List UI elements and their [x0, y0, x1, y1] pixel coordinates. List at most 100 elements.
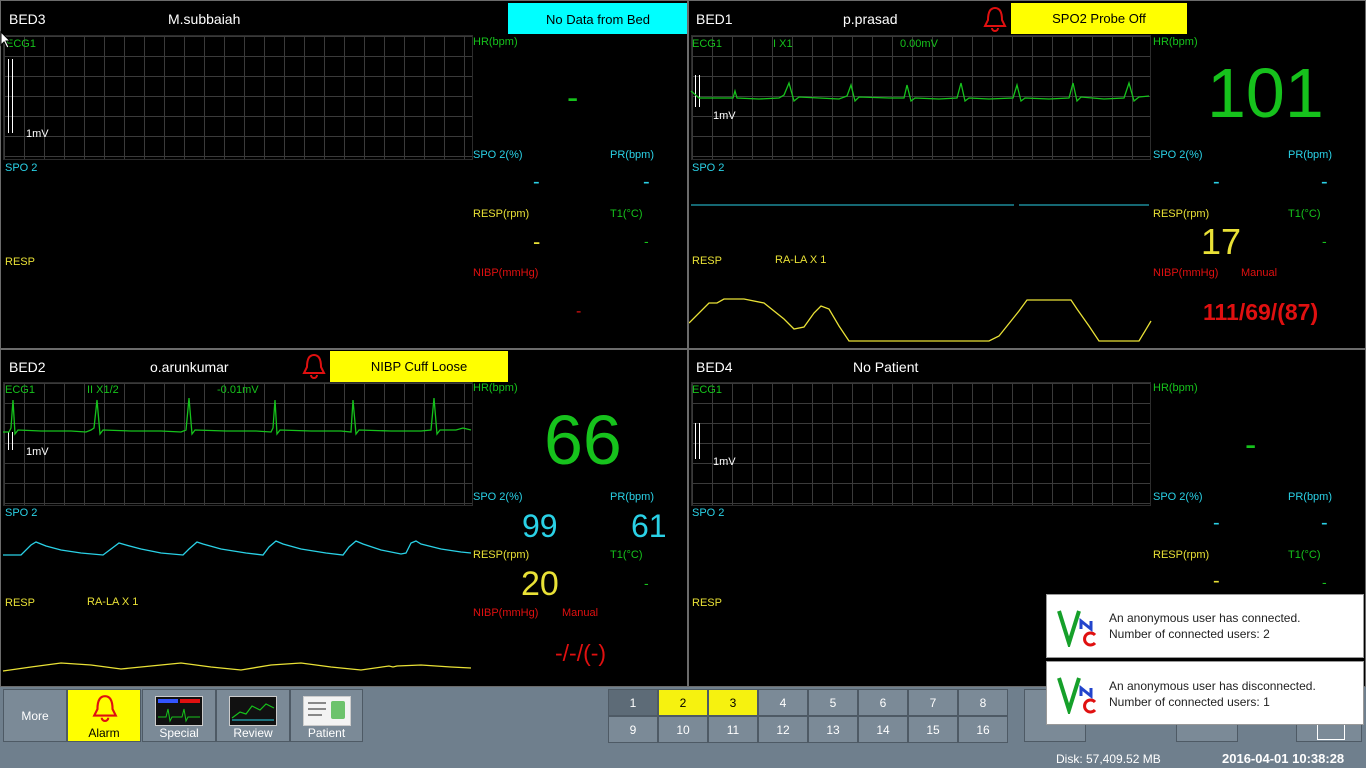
- nibp-value: -/-/(-): [555, 640, 607, 666]
- mv-scale: 1mV: [713, 456, 736, 468]
- spo2-value: 99: [522, 508, 558, 544]
- hr-label: HR(bpm): [473, 36, 518, 48]
- resp-lead: RA-LA X 1: [775, 254, 827, 266]
- bed-label: BED2: [9, 359, 46, 375]
- spo2-value: -: [1213, 171, 1220, 193]
- ecg-label: ECG1: [692, 38, 722, 50]
- bed-button-13[interactable]: 13: [808, 716, 858, 743]
- notification-line1: An anonymous user has disconnected.: [1109, 679, 1316, 693]
- more-button[interactable]: More: [3, 689, 67, 742]
- notification-line2: Number of connected users: 2: [1109, 627, 1270, 641]
- nibp-label: NIBP(mmHg): [1153, 267, 1219, 279]
- alarm-bell-icon: [92, 694, 118, 725]
- bed-button-10[interactable]: 10: [658, 716, 708, 743]
- trend-review-icon: [229, 696, 277, 726]
- resp-label: RESP(rpm): [1153, 549, 1210, 561]
- resp-waveform: [689, 298, 1152, 342]
- special-button[interactable]: Special: [142, 689, 216, 742]
- more-label: More: [21, 709, 49, 723]
- t1-value: -: [1322, 233, 1327, 249]
- bed-button-7[interactable]: 7: [908, 689, 958, 716]
- pr-value: -: [1321, 171, 1328, 193]
- mv-scale: 1mV: [713, 110, 736, 122]
- t1-value: -: [1322, 574, 1327, 590]
- t1-label: T1(°C): [1288, 208, 1321, 220]
- t1-label: T1(°C): [610, 208, 643, 220]
- alarm-bell-icon[interactable]: [983, 6, 1007, 32]
- mv-scale: 1mV: [26, 128, 49, 140]
- alarm-button[interactable]: Alarm: [67, 689, 141, 742]
- alarm-message[interactable]: No Data from Bed: [508, 3, 687, 34]
- bed-button-14[interactable]: 14: [858, 716, 908, 743]
- spo2-label: SPO 2(%): [1153, 149, 1203, 161]
- t1-label: T1(°C): [610, 549, 643, 561]
- bed-button-15[interactable]: 15: [908, 716, 958, 743]
- spo2-wave-label: SPO 2: [5, 162, 38, 174]
- ecg-grid: [3, 35, 473, 160]
- patient-button[interactable]: Patient: [290, 689, 363, 742]
- pr-label: PR(bpm): [1288, 149, 1333, 161]
- nibp-label: NIBP(mmHg): [473, 267, 539, 279]
- vnc-logo-icon: [1057, 674, 1097, 717]
- bed2-panel[interactable]: BED2 o.arunkumar NIBP Cuff Loose ECG1 II…: [0, 349, 688, 687]
- spo2-value: -: [1213, 512, 1220, 534]
- patient-name: No Patient: [853, 359, 919, 375]
- review-button[interactable]: Review: [216, 689, 290, 742]
- hr-label: HR(bpm): [473, 382, 518, 394]
- bed-button-3[interactable]: 3: [708, 689, 758, 716]
- spo2-label: SPO 2(%): [473, 491, 523, 503]
- bed-button-5[interactable]: 5: [808, 689, 858, 716]
- ecg-waveform: [690, 80, 1150, 103]
- bed-button-6[interactable]: 6: [858, 689, 908, 716]
- resp-value: -: [533, 229, 541, 254]
- bed-button-12[interactable]: 12: [758, 716, 808, 743]
- resp-label: RESP(rpm): [1153, 208, 1210, 220]
- spo2-waveform: [3, 540, 472, 556]
- alarm-bell-icon[interactable]: [302, 353, 326, 379]
- bed1-panel[interactable]: BED1 p.prasad SPO2 Probe Off ECG1 I X1 0…: [688, 0, 1366, 349]
- resp-wave-label: RESP: [5, 256, 35, 268]
- alarm-message[interactable]: SPO2 Probe Off: [1011, 3, 1187, 34]
- resp-lead: RA-LA X 1: [87, 596, 139, 608]
- resp-wave-label: RESP: [5, 597, 35, 609]
- resp-wave-label: RESP: [692, 597, 722, 609]
- resp-value: 20: [521, 565, 559, 603]
- resp-label: RESP(rpm): [473, 208, 530, 220]
- ecg-waveform: [3, 397, 472, 436]
- datetime: 2016-04-01 10:38:28: [1222, 751, 1345, 766]
- bed-label: BED1: [696, 11, 733, 27]
- hr-value: 101: [1207, 54, 1324, 132]
- bed-label: BED4: [696, 359, 733, 375]
- spo2-wave-label: SPO 2: [692, 162, 725, 174]
- bed-button-16[interactable]: 16: [958, 716, 1008, 743]
- resp-wave-label: RESP: [692, 255, 722, 267]
- spo2-label: SPO 2(%): [473, 149, 523, 161]
- vnc-notification-disconnected[interactable]: An anonymous user has disconnected. Numb…: [1046, 661, 1364, 725]
- ecg-lead: I X1: [773, 38, 793, 50]
- bed-label: BED3: [9, 11, 46, 27]
- resp-value: 17: [1201, 221, 1242, 262]
- bed-button-11[interactable]: 11: [708, 716, 758, 743]
- notification-line2: Number of connected users: 1: [1109, 695, 1270, 709]
- bed-button-9[interactable]: 9: [608, 716, 658, 743]
- review-label: Review: [233, 726, 273, 740]
- spo2-waveform: [691, 204, 1149, 206]
- t1-label: T1(°C): [1288, 549, 1321, 561]
- patient-name: M.subbaiah: [168, 11, 241, 27]
- monitor-icon: [155, 696, 203, 726]
- hr-value: -: [567, 79, 579, 117]
- ecg-label: ECG1: [692, 384, 722, 396]
- resp-value: -: [1213, 570, 1220, 592]
- bed-button-4[interactable]: 4: [758, 689, 808, 716]
- pr-label: PR(bpm): [610, 491, 655, 503]
- nibp-mode: Manual: [562, 607, 599, 619]
- bed-button-2[interactable]: 2: [658, 689, 708, 716]
- vnc-notification-connected[interactable]: An anonymous user has connected. Number …: [1046, 594, 1364, 658]
- hr-value: -: [1245, 426, 1257, 464]
- pr-label: PR(bpm): [610, 149, 655, 161]
- bed-button-8[interactable]: 8: [958, 689, 1008, 716]
- bed3-panel[interactable]: BED3 M.subbaiah No Data from Bed ECG1 1m…: [0, 0, 688, 349]
- bed-button-1[interactable]: 1: [608, 689, 658, 716]
- nibp-label: NIBP(mmHg): [473, 607, 539, 619]
- alarm-message[interactable]: NIBP Cuff Loose: [330, 351, 508, 382]
